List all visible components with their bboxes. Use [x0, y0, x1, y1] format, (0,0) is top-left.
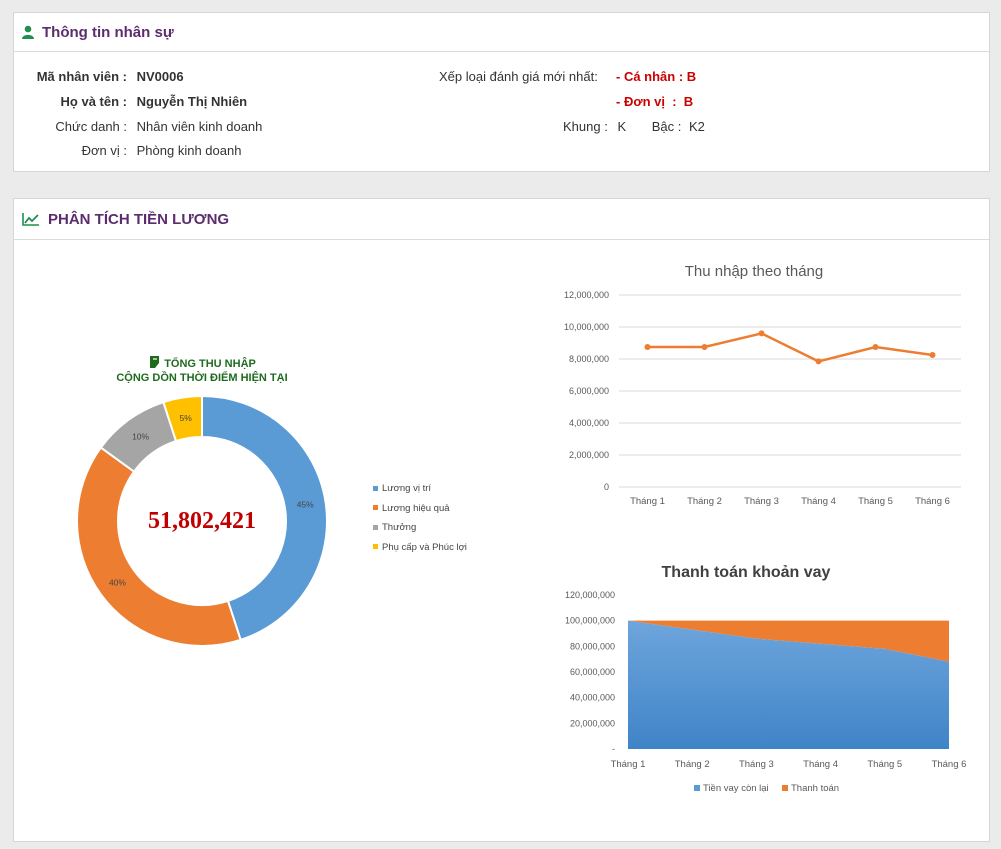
legend-swatch	[782, 785, 788, 791]
slice-label: 10%	[132, 431, 149, 441]
salary-analysis-panel: PHÂN TÍCH TIỀN LƯƠNG TỔNG THU NHẬP CỘNG …	[13, 198, 990, 842]
legend-item: Lương hiệu quả	[373, 503, 450, 514]
y-tick-label: 80,000,000	[570, 641, 615, 651]
y-tick-label: 10,000,000	[564, 322, 609, 332]
legend-swatch	[694, 785, 700, 791]
y-tick-label: 12,000,000	[564, 290, 609, 300]
x-tick-label: Tháng 4	[801, 496, 836, 507]
legend-swatch	[373, 544, 378, 550]
grade-label: Bậc :	[651, 119, 682, 134]
legend-label: Lương hiệu quả	[382, 502, 450, 514]
line-chart-title: Thu nhập theo tháng	[685, 263, 823, 280]
slice-label: 45%	[297, 500, 314, 510]
x-tick-label: Tháng 1	[611, 759, 646, 770]
y-tick-label: 2,000,000	[569, 450, 609, 460]
y-tick-label: 4,000,000	[569, 418, 609, 428]
x-tick-label: Tháng 6	[915, 496, 950, 507]
donut-slice	[76, 446, 242, 647]
legend-item: Phụ cấp và Phúc lợi	[373, 542, 467, 553]
income-point	[758, 330, 765, 337]
frame-row: Khung : K Bậc : K2	[563, 119, 705, 134]
legend-item: Lương vị trí	[373, 483, 431, 494]
name-value: Nguyễn Thị Nhiên	[136, 94, 248, 109]
income-point	[872, 344, 879, 350]
position-label: Chức danh :	[55, 119, 127, 134]
y-tick-label: 100,000,000	[565, 616, 615, 626]
income-point	[644, 344, 651, 350]
total-income-value: 51,802,421	[148, 508, 256, 534]
emp-id-row: Mã nhân viên : NV0006	[24, 69, 184, 84]
income-point	[929, 352, 936, 358]
loan-payment-area-chart: Thanh toán khoản vay 120,000,000 100,000,0…	[565, 564, 967, 794]
y-tick-label: 120,000,000	[565, 590, 615, 600]
y-tick-label: 0	[604, 482, 609, 492]
y-tick-label: 20,000,000	[570, 718, 615, 728]
y-tick-label: 8,000,000	[569, 354, 609, 364]
slice-label: 40%	[109, 577, 126, 587]
legend-label: Thanh toán	[791, 783, 839, 794]
x-tick-label: Tháng 2	[675, 759, 710, 770]
legend-label: Tiền vay còn lại	[703, 783, 769, 794]
frame-label: Khung :	[563, 119, 608, 134]
user-icon	[22, 25, 34, 39]
legend-swatch	[373, 524, 378, 530]
monthly-income-line-chart: Thu nhập theo tháng 12,000,000 10,000,000 8…	[564, 263, 961, 507]
x-tick-label: Tháng 5	[858, 496, 893, 507]
emp-id-value: NV0006	[136, 69, 184, 84]
legend-swatch	[373, 485, 378, 491]
x-tick-label: Tháng 6	[932, 759, 967, 770]
position-row: Chức danh : Nhân viên kinh doanh	[24, 119, 262, 134]
employee-info-header: Thông tin nhân sự	[14, 13, 989, 52]
y-tick-label: -	[612, 744, 615, 754]
y-tick-label: 60,000,000	[570, 667, 615, 677]
legend-label: Lương vị trí	[382, 483, 432, 494]
x-tick-label: Tháng 5	[867, 759, 902, 770]
x-tick-label: Tháng 3	[739, 759, 774, 770]
legend-item: Thưởng	[373, 522, 416, 533]
x-tick-label: Tháng 1	[630, 496, 665, 507]
grade-value: K2	[689, 119, 705, 134]
x-tick-label: Tháng 3	[744, 496, 779, 507]
x-tick-label: Tháng 2	[687, 496, 722, 507]
y-tick-label: 6,000,000	[569, 386, 609, 396]
name-row: Họ và tên : Nguyễn Thị Nhiên	[24, 94, 248, 109]
income-point	[815, 358, 822, 365]
rating-label: Xếp loại đánh giá mới nhất:	[439, 69, 598, 84]
legend-label: Thưởng	[382, 522, 417, 533]
employee-info-panel: Thông tin nhân sự Mã nhân viên : NV0006 …	[13, 12, 990, 172]
x-tick-label: Tháng 4	[803, 759, 838, 770]
emp-id-label: Mã nhân viên :	[36, 69, 127, 84]
unit-row: Đơn vị : Phòng kinh doanh	[24, 143, 242, 158]
area-chart-title: Thanh toán khoản vay	[662, 564, 831, 581]
unit-value: Phòng kinh doanh	[136, 143, 242, 158]
rating-personal: - Cá nhân : B	[616, 69, 697, 84]
legend-swatch	[373, 505, 378, 511]
rating-unit: - Đơn vị : B	[616, 94, 694, 109]
income-line	[647, 332, 933, 363]
unit-label: Đơn vị :	[81, 143, 127, 158]
y-tick-label: 40,000,000	[570, 693, 615, 703]
employee-info-title: Thông tin nhân sự	[42, 23, 174, 41]
name-label: Họ và tên :	[60, 94, 127, 109]
slice-label: 5%	[180, 413, 193, 423]
frame-value: K	[617, 119, 627, 134]
legend-label: Phụ cấp và Phúc lợi	[382, 541, 467, 553]
position-value: Nhân viên kinh doanh	[136, 119, 263, 134]
income-point	[701, 344, 708, 350]
